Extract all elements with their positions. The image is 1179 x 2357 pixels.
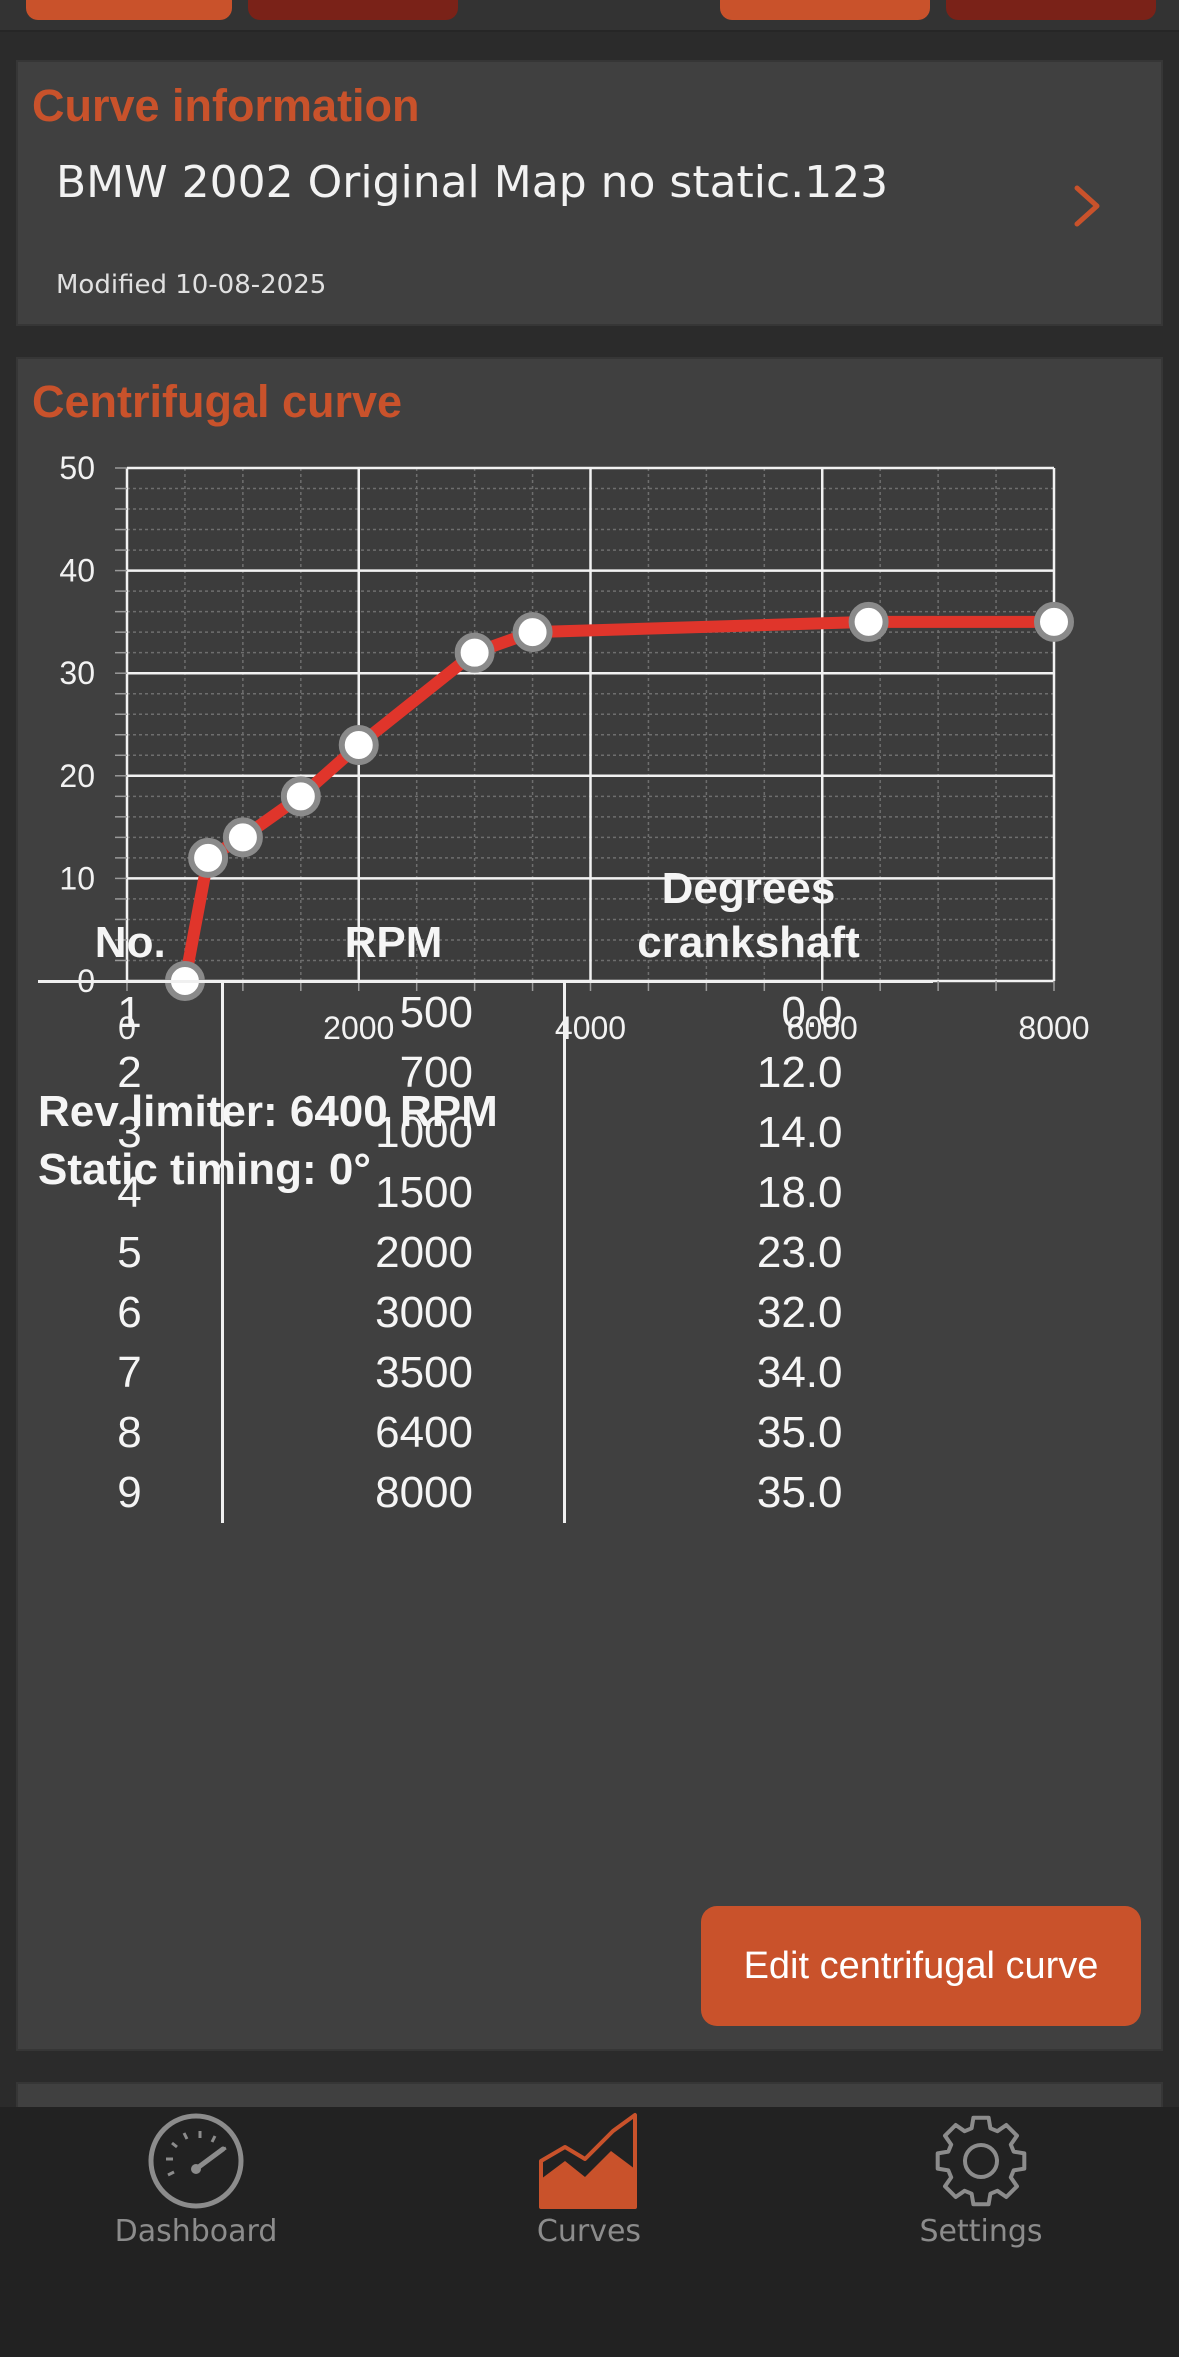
cell-no: 8: [117, 1408, 142, 1457]
header-degrees: Degrees crankshaft: [564, 862, 933, 983]
data-point: [222, 817, 263, 858]
cell-no: 1: [117, 988, 142, 1037]
cell-degrees: 12.0: [563, 1043, 933, 1103]
cell-no: 5: [117, 1228, 142, 1277]
table-row: 3 1000 14.0: [38, 1103, 933, 1163]
header-rpm: RPM: [222, 862, 565, 983]
tab-curves-label: Curves: [536, 2214, 642, 2249]
table-row: 9 8000 35.0: [38, 1463, 933, 1523]
tab-bar: Dashboard Curves Settings: [0, 2107, 1179, 2357]
curve-info-card[interactable]: Curve information BMW 2002 Original Map …: [16, 60, 1163, 326]
data-point: [280, 776, 321, 817]
header-no: No.: [38, 862, 223, 983]
x-tick-label: 8000: [1018, 1010, 1089, 1046]
gauge-icon: [148, 2113, 244, 2209]
cell-degrees: 35.0: [563, 1403, 933, 1463]
header-degrees-text: Degrees crankshaft: [637, 864, 860, 967]
cell-degrees: 35.0: [563, 1463, 933, 1523]
cell-degrees: 14.0: [563, 1103, 933, 1163]
cell-rpm: 700: [221, 1043, 565, 1103]
data-point: [1034, 601, 1074, 642]
cell-rpm: 1000: [221, 1103, 565, 1163]
cell-no: 6: [117, 1288, 142, 1337]
curves-icon: [539, 2113, 637, 2209]
top-action-strip: [0, 0, 1179, 32]
cell-rpm: 3000: [221, 1283, 565, 1343]
top-button-3[interactable]: [720, 0, 930, 20]
modified-date: Modified 10-08-2025: [56, 270, 327, 300]
cell-rpm: 6400: [221, 1403, 565, 1463]
table-header-row: No. RPM Degrees crankshaft: [38, 862, 933, 983]
cell-degrees: 34.0: [563, 1343, 933, 1403]
curve-name: BMW 2002 Original Map no static.123: [56, 157, 889, 208]
cell-no: 9: [117, 1468, 142, 1517]
cell-no: 4: [117, 1168, 142, 1217]
y-tick-label: 20: [59, 758, 95, 794]
tab-settings-label: Settings: [919, 2214, 1043, 2249]
cell-rpm: 500: [221, 981, 565, 1043]
tab-curves[interactable]: Curves: [439, 2107, 739, 2267]
tab-dashboard-label: Dashboard: [114, 2214, 278, 2249]
top-button-2[interactable]: [248, 0, 458, 20]
table-row: 4 1500 18.0: [38, 1163, 933, 1223]
cell-no: 2: [117, 1048, 142, 1097]
data-point: [338, 725, 379, 766]
edit-centrifugal-curve-button[interactable]: Edit centrifugal curve: [701, 1906, 1141, 2026]
cell-rpm: 8000: [221, 1463, 565, 1523]
cell-degrees: 23.0: [563, 1223, 933, 1283]
y-tick-label: 50: [59, 450, 95, 486]
table-row: 8 6400 35.0: [38, 1403, 933, 1463]
cell-degrees: 0.0: [563, 981, 933, 1043]
curve-info-title: Curve information: [32, 80, 420, 131]
table-row: 1 500 0.0: [38, 981, 933, 1043]
table-body: 1 500 0.0 2 700 12.0 3 1000 14.0 4 1500 18.0 5 2000 23…: [38, 981, 933, 1523]
data-point: [454, 632, 495, 673]
cell-rpm: 3500: [221, 1343, 565, 1403]
centrifugal-curve-title: Centrifugal curve: [32, 376, 403, 427]
cell-rpm: 1500: [221, 1163, 565, 1223]
cell-degrees: 32.0: [563, 1283, 933, 1343]
cell-rpm: 2000: [221, 1223, 565, 1283]
top-button-1[interactable]: [26, 0, 232, 20]
table-row: 5 2000 23.0: [38, 1223, 933, 1283]
y-tick-label: 40: [59, 553, 95, 589]
y-tick-label: 30: [59, 655, 95, 691]
data-point: [512, 612, 553, 653]
gear-icon: [935, 2115, 1027, 2207]
table-row: 6 3000 32.0: [38, 1283, 933, 1343]
curve-points-table: No. RPM Degrees crankshaft 1 500 0.0 2 700 12…: [38, 862, 933, 1523]
cell-degrees: 18.0: [563, 1163, 933, 1223]
top-button-4[interactable]: [946, 0, 1156, 20]
tab-settings[interactable]: Settings: [831, 2107, 1131, 2267]
table-row: 2 700 12.0: [38, 1043, 933, 1103]
chevron-right-icon[interactable]: [1051, 170, 1121, 240]
cell-no: 7: [117, 1348, 142, 1397]
data-point: [848, 601, 889, 642]
cell-no: 3: [117, 1108, 142, 1157]
tab-dashboard[interactable]: Dashboard: [46, 2107, 346, 2267]
table-row: 7 3500 34.0: [38, 1343, 933, 1403]
